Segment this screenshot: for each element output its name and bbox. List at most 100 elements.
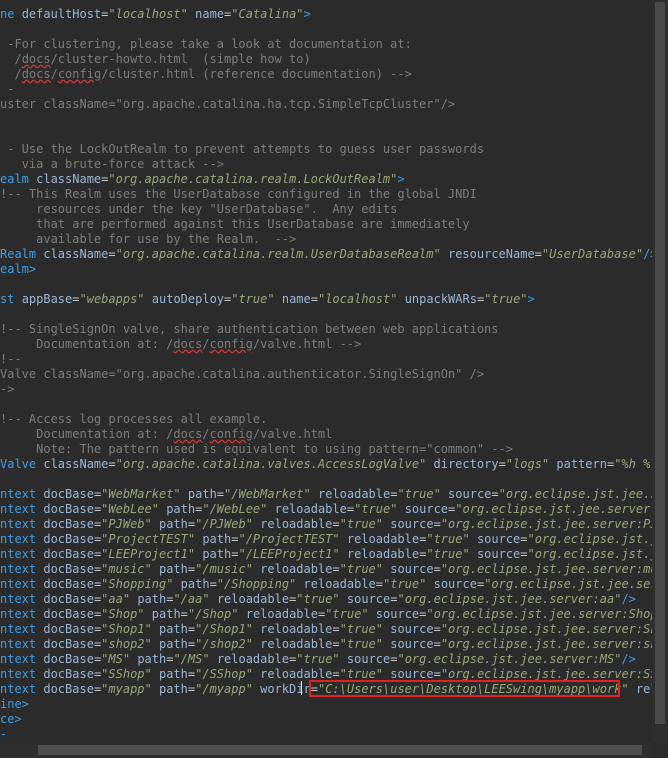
comment-token: Documentation at: / — [0, 427, 174, 441]
attribute-token: reloa — [635, 682, 652, 696]
string-token: "C:\Users\user\Desktop\LEESwing\myapp\wo… — [317, 682, 629, 696]
code-line: /docs/config/cluster.html (reference doc… — [0, 67, 412, 82]
attribute-token: source — [390, 637, 434, 651]
attribute-token: directory — [433, 457, 499, 471]
tag-token: ntext — [0, 667, 44, 681]
equals-token: = — [108, 457, 116, 471]
code-line: Valve className="org.apache.catalina.aut… — [0, 367, 484, 382]
attribute-token: path — [158, 562, 188, 576]
string-token: "org.eclipse.jst.jee — [527, 532, 652, 546]
comment-token: via a brute-force attack --> — [0, 157, 224, 171]
string-token: "true" — [339, 517, 383, 531]
string-token: "webapps" — [79, 292, 145, 306]
vertical-scrollbar[interactable] — [652, 0, 668, 742]
tag-token: /> — [621, 592, 636, 606]
equals-token: = — [520, 532, 528, 546]
string-token: "org.eclipse.jst.jee.server:aa" — [397, 592, 622, 606]
attribute-token: source — [390, 622, 434, 636]
string-token: "true" — [426, 547, 470, 561]
tag-token: ntext — [0, 547, 44, 561]
string-token: "/LEEProject1" — [238, 547, 340, 561]
attribute-token: reloadable — [260, 667, 333, 681]
code-line: ntext docBase = "Shop1" path = "/Shop1" relo… — [0, 622, 652, 637]
attribute-token: docBase — [43, 577, 94, 591]
attribute-token: path — [180, 577, 210, 591]
attribute-token: docBase — [43, 637, 94, 651]
equals-token: = — [491, 487, 499, 501]
equals-token: = — [332, 517, 340, 531]
equals-token: = — [433, 517, 441, 531]
equals-token: = — [520, 547, 528, 561]
comment-token: Documentation at: / — [0, 337, 174, 351]
string-token: "myapp" — [101, 682, 152, 696]
code-line: !-- This Realm uses the UserDatabase con… — [0, 187, 477, 202]
string-token: "/ProjectTEST" — [238, 532, 340, 546]
attribute-token: name — [195, 7, 225, 21]
tag-token: Valve — [0, 457, 44, 471]
attribute-token: path — [158, 667, 188, 681]
code-line: ntext docBase = "SShop" path = "/SShop" relo… — [0, 667, 652, 682]
attribute-token: source — [346, 592, 391, 606]
comment-token: !-- Access log processes all example. — [0, 412, 268, 426]
attribute-token: docBase — [43, 547, 94, 561]
comment-token: /cluster.html (reference documentation) … — [101, 67, 412, 81]
tag-token: ce> — [0, 712, 22, 726]
attribute-token: autoDeploy — [151, 292, 225, 306]
string-token: "WebMarket" — [101, 487, 181, 501]
comment-token: uster className="org.apache.catalina.ha.… — [0, 97, 456, 111]
attribute-token: docBase — [43, 487, 94, 501]
attribute-token: docBase — [43, 562, 94, 576]
string-token: "true" — [296, 652, 340, 666]
tag-token: > — [527, 292, 535, 306]
string-token: "org.eclipse.jst.jee.serve — [484, 577, 652, 591]
attribute-token: source — [476, 532, 521, 546]
code-line: ntext docBase="ProjectTEST" path="/Proje… — [0, 532, 652, 547]
code-line: Valve className="org.apache.catalina.val… — [0, 457, 652, 472]
horizontal-scroll-thumb[interactable] — [38, 745, 642, 755]
code-line: ntext docBase = "shop2" path = "/shop2" relo… — [0, 637, 652, 652]
attribute-token: resourceName — [447, 247, 535, 261]
comment-token: !-- — [0, 352, 22, 366]
equals-token: = — [108, 247, 116, 261]
code-line: - — [0, 82, 14, 97]
string-token: "localhost" — [108, 7, 188, 21]
comment-token: Valve className="org.apache.catalina.aut… — [0, 367, 485, 381]
attribute-token: className — [36, 172, 102, 186]
tag-token: ealm — [0, 172, 37, 186]
string-token: "org.eclipse.jst.jee.ser — [498, 487, 652, 501]
attribute-token: reloadable — [216, 652, 290, 666]
comment-token: Note: The pattern used is equivalent to … — [0, 442, 513, 456]
comment-token: / — [202, 427, 210, 441]
code-line: ntext docBase="MS" path="/MS" reloadable… — [0, 652, 636, 667]
code-line: !-- SingleSignOn valve, share authentica… — [0, 322, 499, 337]
code-line: ntext docBase="aa" path="/aa" reloadable… — [0, 592, 636, 607]
xml-editor[interactable]: ne defaultHost="localhost" name="Catalin… — [0, 0, 652, 742]
tag-token: ntext — [0, 577, 44, 591]
vertical-scroll-thumb[interactable] — [655, 2, 665, 724]
attribute-token: docBase — [43, 592, 94, 606]
attribute-token: path — [137, 652, 167, 666]
horizontal-scrollbar[interactable] — [0, 742, 652, 758]
comment-token: docs — [173, 427, 203, 441]
attribute-token: path — [158, 517, 188, 531]
code-line: ntext docBase="Shop" path="/Shop" reload… — [0, 607, 652, 622]
string-token: "org.eclipse.jst.jee.server:PJWe — [440, 517, 652, 531]
string-token: "WebLee" — [101, 502, 159, 516]
string-token: "org.apache.catalina.realm.UserDatabaseR… — [115, 247, 441, 261]
code-line: ntext docBase="WebMarket" path="/WebMark… — [0, 487, 652, 502]
string-token: "aa" — [101, 592, 131, 606]
string-token: "MS" — [101, 652, 131, 666]
code-line: ealm> — [0, 262, 36, 277]
comment-token: config — [57, 67, 102, 81]
